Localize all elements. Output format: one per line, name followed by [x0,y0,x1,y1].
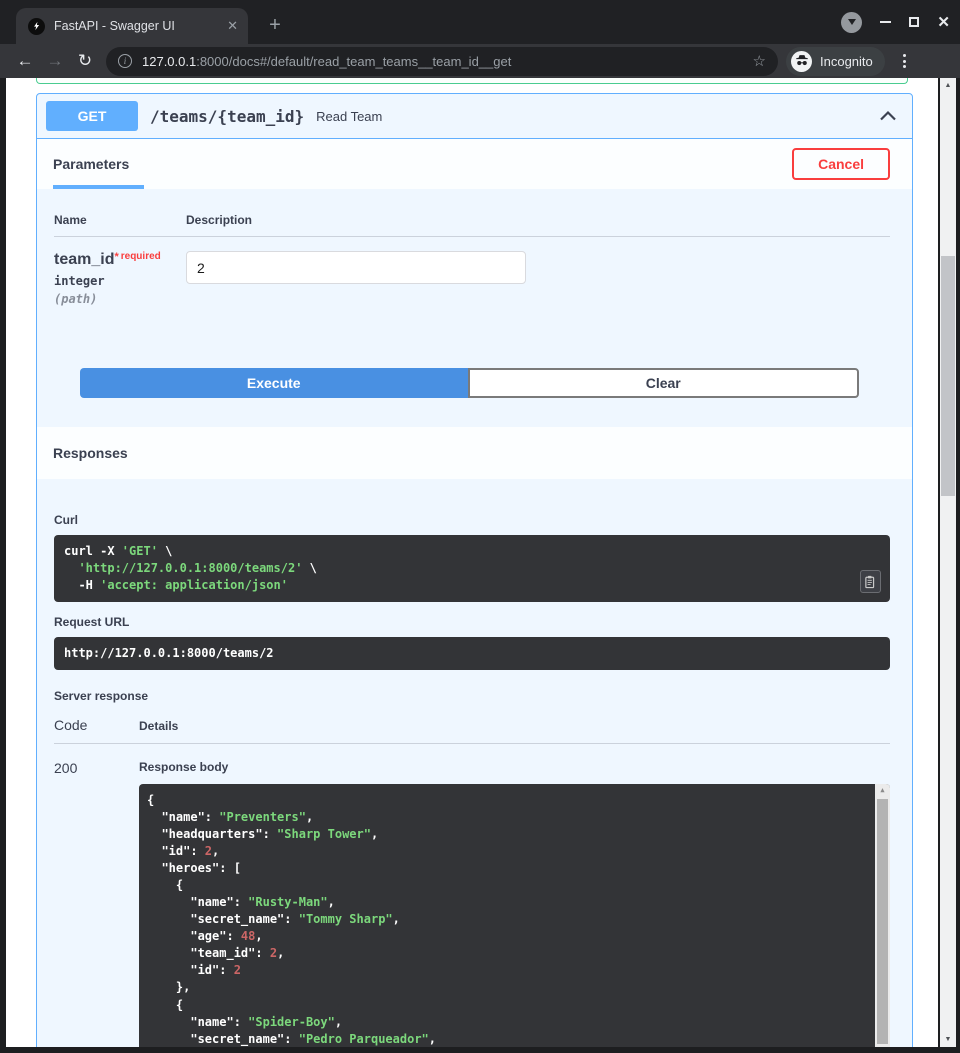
endpoint-summary: Read Team [316,109,382,124]
code-column-header: Code [54,717,139,733]
browser-toolbar: ← → ↻ i 127.0.0.1:8000/docs#/default/rea… [0,44,960,78]
page-info-icon[interactable]: i [118,54,132,68]
tab-strip: FastAPI - Swagger UI ✕ + ✕ [0,0,960,44]
fastapi-favicon-icon [28,18,45,35]
window-menu-icon[interactable] [841,12,862,33]
tab-active-underline [53,185,144,189]
parameter-row: team_id*required integer (path) [54,237,890,306]
clear-button[interactable]: Clear [468,368,860,398]
response-row: 200 Response body { "name": "Preventers"… [54,760,890,1047]
curl-label: Curl [54,513,890,527]
required-asterisk: * [114,251,118,263]
page-scrollbar[interactable]: ▲ ▼ [940,78,956,1047]
reload-button[interactable]: ↻ [70,51,100,71]
window-minimize-button[interactable] [880,21,891,23]
address-bar[interactable]: i 127.0.0.1:8000/docs#/default/read_team… [106,47,778,76]
forward-button[interactable]: → [40,51,70,71]
scrollbar-thumb[interactable] [941,256,955,496]
window-maximize-button[interactable] [909,17,919,27]
name-column-header: Name [54,213,186,227]
request-url-label: Request URL [54,615,890,629]
request-url-block: http://127.0.0.1:8000/teams/2 [54,637,890,670]
scroll-up-icon[interactable]: ▲ [940,82,956,89]
new-tab-button[interactable]: + [262,12,288,38]
cancel-button[interactable]: Cancel [792,148,890,180]
details-column-header: Details [139,717,178,733]
incognito-label: Incognito [820,54,873,69]
execute-row: Execute Clear [80,368,859,398]
browser-menu-button[interactable] [895,50,914,72]
responses-section-header: Responses [37,427,912,479]
tab-close-icon[interactable]: ✕ [227,18,238,34]
responses-title: Responses [53,445,128,461]
chevron-up-icon[interactable] [878,106,898,126]
response-body-label: Response body [139,760,890,774]
parameter-name: team_id*required [54,251,186,269]
status-code: 200 [54,760,139,1047]
parameters-table: Name Description team_id*required intege… [37,189,912,398]
parameters-section-header: Parameters Cancel [37,139,912,189]
bookmark-star-icon[interactable]: ☆ [753,52,766,70]
get-opblock: GET /teams/{team_id} Read Team Parameter… [36,93,913,1047]
response-body-scrollbar[interactable]: ▲ [875,784,890,1047]
description-column-header: Description [186,213,252,227]
opblock-header[interactable]: GET /teams/{team_id} Read Team [37,94,912,139]
incognito-icon [791,51,812,72]
team-id-input[interactable] [186,251,526,284]
required-label: required [121,251,161,262]
execute-button[interactable]: Execute [80,368,468,398]
method-badge: GET [46,101,138,131]
inner-scrollbar-thumb[interactable] [877,799,888,1044]
window-close-button[interactable]: ✕ [937,15,950,30]
endpoint-path: /teams/{team_id} [150,107,304,126]
curl-command-block: curl -X 'GET' \ 'http://127.0.0.1:8000/t… [54,535,890,602]
response-table-header: Code Details [54,717,890,744]
copy-to-clipboard-button[interactable] [860,570,881,593]
url-text: 127.0.0.1:8000/docs#/default/read_team_t… [142,54,745,69]
tab-parameters[interactable]: Parameters [53,156,129,172]
browser-tab[interactable]: FastAPI - Swagger UI ✕ [16,8,248,44]
responses-content: Curl curl -X 'GET' \ 'http://127.0.0.1:8… [37,479,912,1047]
server-response-label: Server response [54,689,890,703]
previous-opblock-bottom-edge [36,78,908,84]
scroll-down-icon[interactable]: ▼ [940,1036,956,1043]
incognito-badge: Incognito [786,47,885,76]
response-body-block: { "name": "Preventers", "headquarters": … [139,784,890,1047]
parameter-type: integer [54,274,186,288]
page-content: GET /teams/{team_id} Read Team Parameter… [6,78,938,1047]
back-button[interactable]: ← [10,51,40,71]
tab-title: FastAPI - Swagger UI [54,19,219,33]
parameter-location: (path) [54,292,186,306]
inner-scroll-up-icon: ▲ [875,786,890,796]
